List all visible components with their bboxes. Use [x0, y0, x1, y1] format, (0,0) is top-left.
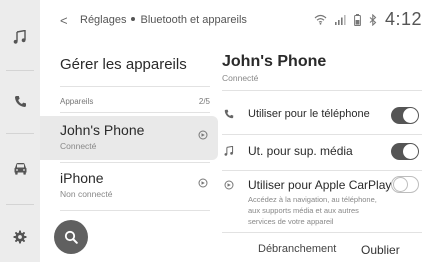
breadcrumb-parent[interactable]: Réglages	[80, 14, 126, 26]
gear-icon	[13, 230, 27, 244]
rail-settings-button[interactable]	[0, 214, 40, 260]
rail-car-button[interactable]	[0, 145, 40, 191]
phone-icon	[14, 95, 26, 107]
section-label: Appareils	[60, 97, 94, 106]
music-icon	[13, 30, 26, 44]
clock: 4:12	[384, 9, 422, 29]
option-description: Accédez à la navigation, au téléphone, a…	[248, 195, 377, 226]
rail-divider	[6, 133, 34, 134]
breadcrumb-separator	[131, 17, 136, 22]
forget-button[interactable]: Oublier	[361, 243, 400, 257]
media-toggle[interactable]	[391, 143, 419, 160]
toggle-knob	[393, 177, 408, 192]
divider	[60, 162, 210, 163]
divider	[222, 90, 422, 91]
device-name: iPhone	[60, 170, 104, 186]
disconnect-button[interactable]: Débranchement	[258, 243, 336, 255]
rail-phone-button[interactable]	[0, 78, 40, 124]
option-phone[interactable]: Utiliser pour le téléphone	[210, 98, 428, 134]
car-icon	[14, 162, 26, 175]
device-name: John's Phone	[60, 122, 145, 138]
battery-icon	[354, 13, 361, 26]
device-detail-panel: John's Phone Connecté Utiliser pour le t…	[210, 40, 428, 262]
side-rail	[0, 0, 40, 262]
search-icon	[64, 230, 78, 244]
music-icon	[224, 146, 234, 156]
divider	[60, 210, 210, 211]
carplay-icon	[198, 130, 208, 140]
back-button[interactable]: <	[60, 13, 68, 28]
device-status: Non connecté	[60, 189, 113, 199]
toggle-knob	[403, 144, 418, 159]
toggle-knob	[403, 108, 418, 123]
option-carplay[interactable]: Utiliser pour Apple CarPlay Accédez à la…	[210, 170, 428, 232]
carplay-icon	[224, 180, 234, 190]
signal-icon	[334, 15, 346, 25]
divider	[60, 86, 210, 87]
rail-divider	[6, 204, 34, 205]
bluetooth-icon	[369, 13, 377, 26]
panel-title: Gérer les appareils	[60, 56, 187, 73]
carplay-toggle[interactable]	[391, 176, 419, 193]
option-label: Utiliser pour le téléphone	[248, 108, 370, 120]
divider	[60, 112, 210, 113]
rail-divider	[6, 70, 34, 71]
rail-music-button[interactable]	[0, 14, 40, 60]
phone-toggle[interactable]	[391, 107, 419, 124]
carplay-icon	[198, 178, 208, 188]
option-media[interactable]: Ut. pour sup. média	[210, 134, 428, 170]
screen: < Réglages Bluetooth et appareils 4:12 Gé…	[0, 0, 428, 262]
device-item-johns-phone[interactable]: John's Phone Connecté	[40, 116, 218, 160]
divider	[222, 232, 422, 233]
device-status: Connecté	[60, 141, 97, 151]
status-bar: 4:12	[314, 9, 422, 30]
device-connection-status: Connecté	[222, 73, 259, 83]
device-count: 2/5	[198, 97, 210, 106]
device-title: John's Phone	[222, 53, 327, 70]
breadcrumb-current: Bluetooth et appareils	[140, 14, 247, 26]
option-label: Ut. pour sup. média	[248, 144, 353, 158]
search-button[interactable]	[54, 220, 88, 254]
option-label: Utiliser pour Apple CarPlay	[248, 178, 392, 192]
device-item-iphone[interactable]: iPhone Non connecté	[40, 164, 218, 208]
wifi-icon	[314, 14, 327, 25]
breadcrumb: < Réglages Bluetooth et appareils	[60, 13, 247, 28]
phone-icon	[224, 109, 234, 119]
